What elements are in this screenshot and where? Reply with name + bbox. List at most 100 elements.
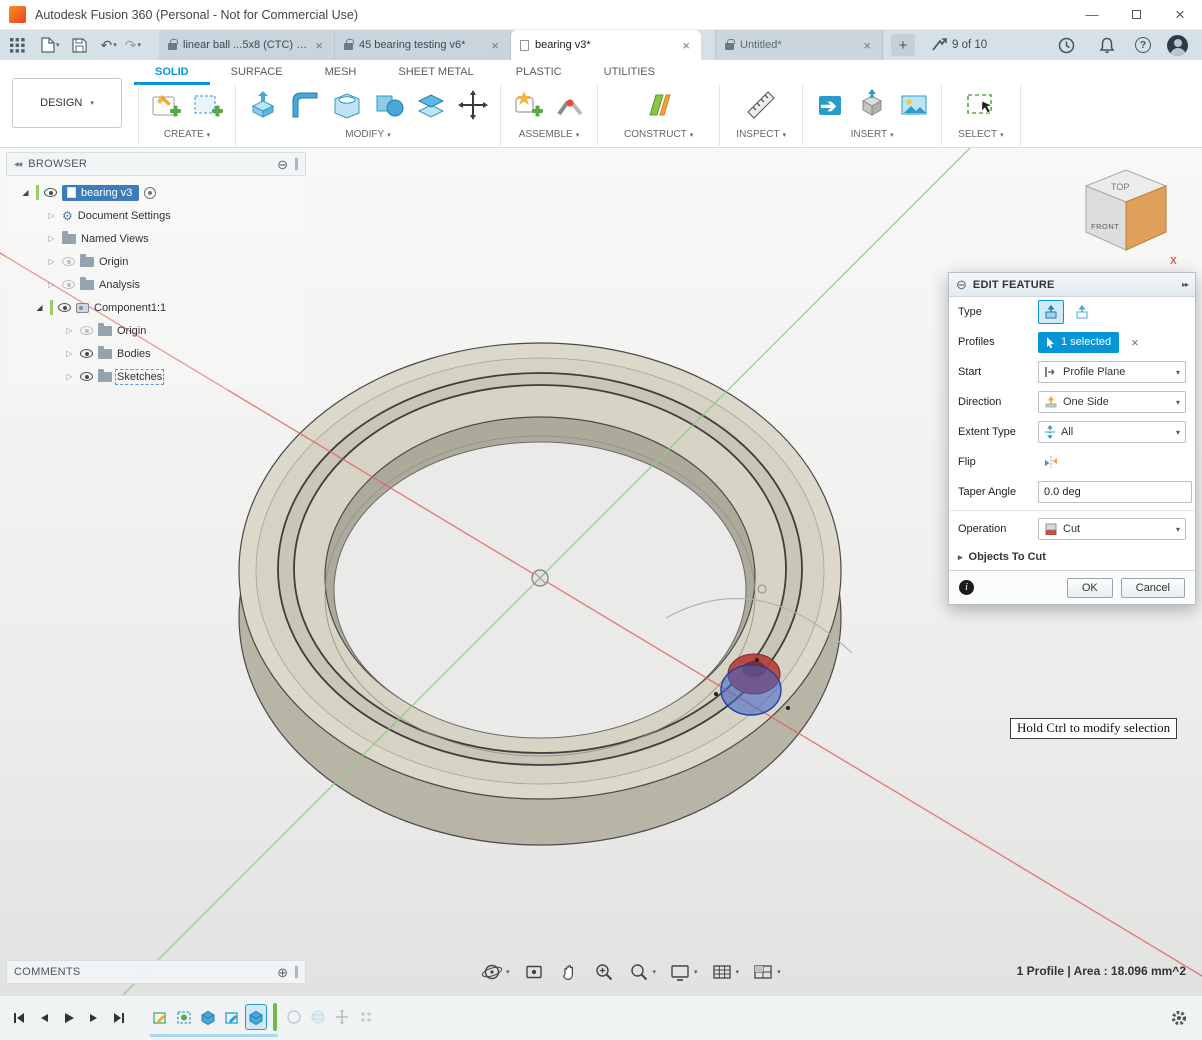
visibility-eye-icon[interactable] <box>80 349 93 358</box>
display-settings-button[interactable]: ▾ <box>666 959 701 985</box>
operation-dropdown[interactable]: Cut ▾ <box>1038 518 1186 540</box>
insert-group-dropdown[interactable]: INSERT▾ <box>851 129 894 140</box>
viewcube[interactable]: TOP FRONT X <box>1048 160 1198 272</box>
move-button[interactable] <box>456 88 490 122</box>
doc-tab-bearing-v3-active[interactable]: bearing v3* × <box>511 30 701 60</box>
vertex-point[interactable] <box>714 692 718 696</box>
timeline-circle-feature-rolled[interactable] <box>284 1005 304 1029</box>
pin-dialog-icon[interactable]: ▸▸ <box>1182 280 1188 289</box>
new-component-button[interactable] <box>511 88 545 122</box>
doc-tab-untitled[interactable]: Untitled* × <box>715 30 883 60</box>
select-group-dropdown[interactable]: SELECT▾ <box>958 129 1003 140</box>
timeline-sketch3-feature[interactable] <box>222 1005 242 1029</box>
job-status-button[interactable]: 9 of 10 <box>931 38 987 52</box>
zoom-button[interactable] <box>590 959 618 985</box>
tab-solid[interactable]: SOLID <box>134 61 210 85</box>
cancel-button[interactable]: Cancel <box>1121 578 1185 598</box>
timeline-settings-button[interactable] <box>1170 1009 1202 1027</box>
panel-grip[interactable] <box>295 966 298 978</box>
tree-row-document-settings[interactable]: ▷ ⚙ Document Settings <box>6 204 306 227</box>
vertex-point[interactable] <box>786 706 790 710</box>
tree-row-origin[interactable]: ▷ Origin <box>6 250 306 273</box>
vertex-point[interactable] <box>755 658 759 662</box>
select-button[interactable] <box>964 88 998 122</box>
construct-plane-button[interactable] <box>642 88 676 122</box>
timeline-extrude2-feature-selected[interactable] <box>246 1005 266 1029</box>
timeline-pattern-feature-rolled[interactable] <box>356 1005 376 1029</box>
tab-surface[interactable]: SURFACE <box>210 61 304 85</box>
assemble-group-dropdown[interactable]: ASSEMBLE▾ <box>519 129 579 140</box>
file-menu-button[interactable]: ▾ <box>37 32 64 58</box>
tree-row-analysis[interactable]: ▷ Analysis <box>6 273 306 296</box>
measure-button[interactable] <box>744 88 778 122</box>
visibility-eye-icon[interactable] <box>80 326 93 335</box>
shell-button[interactable] <box>330 88 364 122</box>
fillet-button[interactable] <box>288 88 322 122</box>
visibility-eye-icon[interactable] <box>62 257 75 266</box>
expand-toggle-icon[interactable]: ▷ <box>64 372 75 381</box>
tab-utilities[interactable]: UTILITIES <box>583 61 676 85</box>
workspace-selector[interactable]: DESIGN ▾ <box>12 78 122 128</box>
expand-toggle-icon[interactable]: ▷ <box>64 349 75 358</box>
insert-mesh-button[interactable] <box>855 88 889 122</box>
timeline-sphere-feature-rolled[interactable] <box>308 1005 328 1029</box>
tree-row-component-origin[interactable]: ▷ Origin <box>6 319 306 342</box>
grid-settings-button[interactable]: ▾ <box>708 959 743 985</box>
expand-comments-icon[interactable]: ⊕ <box>277 966 288 979</box>
help-button[interactable]: ? <box>1135 37 1151 53</box>
expand-toggle-icon[interactable]: ▷ <box>46 257 57 266</box>
insert-svg-button[interactable] <box>813 88 847 122</box>
joint-button[interactable] <box>553 88 587 122</box>
timeline-sketch2-feature[interactable] <box>174 1005 194 1029</box>
expand-toggle-icon[interactable]: ◢ <box>34 303 45 312</box>
timeline-sketch1-feature[interactable] <box>150 1005 170 1029</box>
go-to-start-button[interactable] <box>12 1011 26 1025</box>
start-dropdown[interactable]: Profile Plane ▾ <box>1038 361 1186 383</box>
timeline-position-marker[interactable] <box>273 1003 277 1031</box>
tree-row-named-views[interactable]: ▷ Named Views <box>6 227 306 250</box>
user-avatar[interactable] <box>1167 35 1188 56</box>
selected-profile[interactable] <box>721 665 781 715</box>
tab-mesh[interactable]: MESH <box>304 61 378 85</box>
direction-dropdown[interactable]: One Side ▾ <box>1038 391 1186 413</box>
app-grid-button[interactable] <box>6 32 29 58</box>
expand-toggle-icon[interactable]: ▷ <box>46 280 57 289</box>
expand-toggle-icon[interactable]: ▷ <box>46 211 57 220</box>
visibility-eye-icon[interactable] <box>62 280 75 289</box>
extrude-type-button[interactable] <box>1038 300 1064 324</box>
extent-type-dropdown[interactable]: All ▾ <box>1038 421 1186 443</box>
redo-button[interactable]: ↷ ▾ <box>121 32 145 58</box>
expand-toggle-icon[interactable]: ◢ <box>20 188 31 197</box>
orbit-button[interactable]: ▾ <box>478 959 513 985</box>
create-sketch-button[interactable] <box>149 88 183 122</box>
objects-to-cut-section[interactable]: ▸ Objects To Cut <box>949 544 1195 570</box>
notifications-button[interactable] <box>1095 32 1119 58</box>
visibility-eye-icon[interactable] <box>58 303 71 312</box>
tab-close-icon[interactable]: × <box>680 38 692 53</box>
play-button[interactable] <box>62 1011 76 1025</box>
tree-row-sketches[interactable]: ▷ Sketches <box>6 365 306 388</box>
visibility-eye-icon[interactable] <box>80 372 93 381</box>
tab-close-icon[interactable]: × <box>489 38 501 53</box>
taper-angle-input[interactable] <box>1038 481 1192 503</box>
ok-button[interactable]: OK <box>1067 578 1113 598</box>
close-button[interactable]: × <box>1158 0 1202 30</box>
tab-plastic[interactable]: PLASTIC <box>495 61 583 85</box>
expand-toggle-icon[interactable]: ▷ <box>64 326 75 335</box>
undo-button[interactable]: ↶ ▾ <box>97 32 121 58</box>
tree-row-root[interactable]: ◢ bearing v3 <box>6 181 306 204</box>
press-pull-button[interactable] <box>246 88 280 122</box>
minimize-button[interactable]: — <box>1070 0 1114 30</box>
pan-button[interactable] <box>555 959 583 985</box>
browser-header[interactable]: ◀◀ BROWSER ⊖ <box>6 152 306 176</box>
dialog-header[interactable]: ⊖ EDIT FEATURE ▸▸ <box>949 273 1195 297</box>
doc-tab-45-bearing[interactable]: 45 bearing testing v6* × <box>335 30 511 60</box>
create-group-dropdown[interactable]: CREATE▾ <box>164 129 210 140</box>
look-at-button[interactable] <box>520 959 548 985</box>
tab-close-icon[interactable]: × <box>313 38 325 53</box>
timeline-move-feature-rolled[interactable] <box>332 1005 352 1029</box>
step-forward-button[interactable] <box>87 1011 101 1025</box>
activate-radio-icon[interactable] <box>144 187 156 199</box>
thin-extrude-type-button[interactable] <box>1069 300 1095 324</box>
clear-selection-icon[interactable]: × <box>1131 335 1139 350</box>
